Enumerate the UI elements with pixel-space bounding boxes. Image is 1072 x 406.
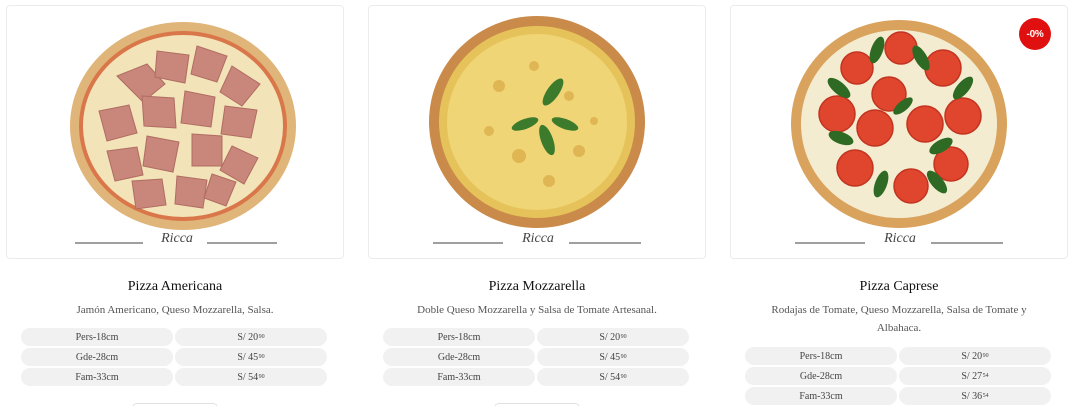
size-price: S/ 27 54	[899, 367, 1051, 385]
size-row[interactable]: Fam-33cm S/ 36 54	[745, 387, 1051, 405]
size-label: Gde-28cm	[383, 348, 535, 366]
size-row[interactable]: Pers-18cm S/ 20 90	[21, 328, 327, 346]
size-label: Fam-33cm	[745, 387, 897, 405]
size-price: S/ 20 90	[899, 347, 1051, 365]
size-price-table: Pers-18cm S/ 20 90 Gde-28cm S/ 45 90 Fam-3…	[21, 328, 327, 388]
size-price-table: Pers-18cm S/ 20 90 Gde-28cm S/ 45 90 Fam-3…	[383, 328, 689, 388]
size-label: Gde-28cm	[21, 348, 173, 366]
size-price: S/ 36 54	[899, 387, 1051, 405]
product-card-caprese[interactable]: Ricca -0% Pizza Caprese Rodajas de Tomat…	[730, 5, 1068, 406]
size-price-table: Pers-18cm S/ 20 90 Gde-28cm S/ 27 54 Fam-3…	[745, 347, 1051, 406]
discount-badge: -0%	[1019, 18, 1051, 50]
product-image-caprese[interactable]: Ricca -0%	[730, 5, 1068, 259]
size-row[interactable]: Gde-28cm S/ 45 90	[21, 348, 327, 366]
size-label: Fam-33cm	[21, 368, 173, 386]
size-label: Gde-28cm	[745, 367, 897, 385]
product-image-americana[interactable]: Ricca	[6, 5, 344, 259]
product-name[interactable]: Pizza Americana	[6, 279, 344, 295]
size-row[interactable]: Gde-28cm S/ 45 90	[383, 348, 689, 366]
size-price: S/ 20 90	[175, 328, 327, 346]
product-card-mozzarella[interactable]: Ricca Pizza Mozzarella Doble Queso Mozza…	[368, 5, 706, 406]
size-row[interactable]: Gde-28cm S/ 27 54	[745, 367, 1051, 385]
size-row[interactable]: Fam-33cm S/ 54 90	[21, 368, 327, 386]
size-price: S/ 54 90	[537, 368, 689, 386]
size-price: S/ 54 90	[175, 368, 327, 386]
size-label: Pers-18cm	[383, 328, 535, 346]
size-row[interactable]: Pers-18cm S/ 20 90	[745, 347, 1051, 365]
size-label: Fam-33cm	[383, 368, 535, 386]
pizza-americana-image	[70, 22, 296, 244]
product-card-americana[interactable]: Ricca Pizza Americana Jamón Americano, Q…	[6, 5, 344, 406]
brand-watermark: Ricca	[161, 231, 193, 246]
size-label: Pers-18cm	[21, 328, 173, 346]
size-row[interactable]: Fam-33cm S/ 54 90	[383, 368, 689, 386]
product-name[interactable]: Pizza Mozzarella	[368, 279, 706, 295]
product-description: Doble Queso Mozzarella y Salsa de Tomate…	[417, 304, 657, 316]
product-name[interactable]: Pizza Caprese	[730, 279, 1068, 295]
size-price: S/ 45 90	[537, 348, 689, 366]
pizza-caprese-image	[791, 20, 1007, 244]
pizza-mozzarella-image	[429, 16, 645, 244]
size-price: S/ 45 90	[175, 348, 327, 366]
product-description: Jamón Americano, Queso Mozzarella, Salsa…	[76, 304, 274, 316]
size-label: Pers-18cm	[745, 347, 897, 365]
size-row[interactable]: Pers-18cm S/ 20 90	[383, 328, 689, 346]
product-image-mozzarella[interactable]: Ricca	[368, 5, 706, 259]
size-price: S/ 20 90	[537, 328, 689, 346]
brand-watermark: Ricca	[884, 231, 916, 246]
product-description: Rodajas de Tomate, Queso Mozzarella, Sal…	[771, 304, 1027, 334]
brand-watermark: Ricca	[522, 231, 554, 246]
